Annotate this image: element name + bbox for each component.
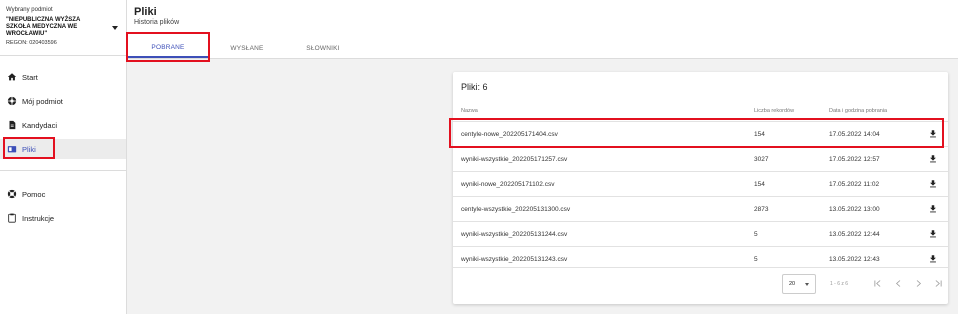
file-name: wyniki-nowe_202205171102.csv bbox=[461, 180, 555, 188]
download-icon[interactable] bbox=[928, 179, 938, 189]
table-row[interactable]: wyniki-wszystkie_202205171257.csv 3027 1… bbox=[453, 146, 948, 171]
column-header-name: Nazwa bbox=[461, 108, 478, 114]
clipboard-icon bbox=[7, 213, 17, 223]
file-name: centyle-wszystkie_202205131300.csv bbox=[461, 205, 571, 213]
file-name: wyniki-wszystkie_202205131244.csv bbox=[461, 230, 568, 238]
page-range: 1 - 6 z 6 bbox=[830, 281, 849, 287]
download-icon[interactable] bbox=[928, 229, 938, 239]
sidebar-item-label: Instrukcje bbox=[22, 213, 55, 223]
sidebar-item-kandydaci[interactable]: Kandydaci bbox=[0, 115, 126, 135]
entity-name: "NIEPUBLICZNA WYŻSZA SZKOŁA MEDYCZNA WE … bbox=[6, 17, 81, 37]
files-card: Pliki: 6 Nazwa Liczba rekordów Data i go… bbox=[453, 72, 948, 304]
sidebar-item-label: Pliki bbox=[22, 144, 36, 154]
table-row[interactable]: centyle-nowe_202205171404.csv 154 17.05.… bbox=[453, 121, 948, 146]
sidebar-item-start[interactable]: Start bbox=[0, 67, 126, 87]
page-size-value: 20 bbox=[789, 281, 796, 287]
entity-label: Wybrany podmiot bbox=[6, 7, 53, 13]
download-date: 17.05.2022 11:02 bbox=[829, 180, 880, 188]
download-icon[interactable] bbox=[928, 154, 938, 164]
page-title: Pliki bbox=[134, 6, 157, 18]
sidebar-item-pomoc[interactable]: Pomoc bbox=[0, 184, 126, 204]
download-date: 13.05.2022 13:00 bbox=[829, 205, 880, 213]
table-row[interactable]: centyle-wszystkie_202205131300.csv 2873 … bbox=[453, 196, 948, 221]
page-size-select[interactable]: 20 bbox=[782, 274, 816, 294]
record-count: 154 bbox=[754, 130, 765, 138]
record-count: 5 bbox=[754, 230, 758, 238]
chevron-down-icon[interactable] bbox=[112, 26, 118, 30]
sidebar-item-pliki[interactable]: Pliki bbox=[0, 139, 126, 159]
paginator: 20 1 - 6 z 6 bbox=[453, 267, 948, 304]
entity-regon: REGON: 020403596 bbox=[6, 40, 57, 46]
download-date: 17.05.2022 14:04 bbox=[829, 130, 880, 138]
entity-selector[interactable]: Wybrany podmiot "NIEPUBLICZNA WYŻSZA SZK… bbox=[0, 0, 126, 56]
document-icon bbox=[7, 120, 17, 130]
folder-icon bbox=[7, 144, 17, 154]
chevron-down-icon bbox=[805, 283, 809, 286]
column-header-count: Liczba rekordów bbox=[754, 108, 795, 114]
sidebar-item-label: Mój podmiot bbox=[22, 96, 63, 106]
table-row[interactable]: wyniki-wszystkie_202205131244.csv 5 13.0… bbox=[453, 221, 948, 246]
next-page-icon[interactable] bbox=[911, 276, 925, 290]
sidebar-item-label: Kandydaci bbox=[22, 120, 58, 130]
download-icon[interactable] bbox=[928, 129, 938, 139]
sidebar-item-instrukcje[interactable]: Instrukcje bbox=[0, 208, 126, 228]
page-subtitle: Historia plików bbox=[134, 19, 180, 26]
download-icon[interactable] bbox=[928, 254, 938, 264]
page-header: Pliki Historia plików POBRANE WYSŁANE SŁ… bbox=[127, 0, 958, 59]
files-card-title: Pliki: 6 bbox=[461, 82, 488, 92]
entity-icon bbox=[7, 96, 17, 106]
sidebar-item-moj-podmiot[interactable]: Mój podmiot bbox=[0, 91, 126, 111]
sidebar-item-label: Start bbox=[22, 72, 38, 82]
tab-pobrane[interactable]: POBRANE bbox=[127, 38, 209, 58]
tab-slowniki[interactable]: SŁOWNIKI bbox=[285, 38, 361, 58]
column-header-date: Data i godzina pobrania bbox=[829, 108, 888, 114]
home-icon bbox=[7, 72, 17, 82]
first-page-icon[interactable] bbox=[870, 276, 884, 290]
tab-wyslane[interactable]: WYSŁANE bbox=[209, 38, 285, 58]
previous-page-icon[interactable] bbox=[891, 276, 905, 290]
sidebar-divider bbox=[0, 170, 126, 171]
download-icon[interactable] bbox=[928, 204, 938, 214]
record-count: 154 bbox=[754, 180, 765, 188]
record-count: 2873 bbox=[754, 205, 769, 213]
download-date: 13.05.2022 12:44 bbox=[829, 230, 880, 238]
file-name: centyle-nowe_202205171404.csv bbox=[461, 130, 558, 138]
sidebar-item-label: Pomoc bbox=[22, 189, 46, 199]
help-icon bbox=[7, 189, 17, 199]
sidebar: Wybrany podmiot "NIEPUBLICZNA WYŻSZA SZK… bbox=[0, 0, 127, 314]
last-page-icon[interactable] bbox=[931, 276, 945, 290]
download-date: 17.05.2022 12:57 bbox=[829, 155, 880, 163]
record-count: 3027 bbox=[754, 155, 769, 163]
file-name: wyniki-wszystkie_202205171257.csv bbox=[461, 155, 568, 163]
table-row[interactable]: wyniki-nowe_202205171102.csv 154 17.05.2… bbox=[453, 171, 948, 196]
